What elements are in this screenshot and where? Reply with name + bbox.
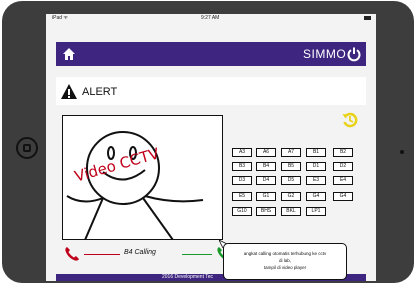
home-icon[interactable] (62, 47, 76, 61)
room-button[interactable]: A3 (232, 148, 252, 157)
status-bar: iPad ᯤ 9:27 AM (46, 14, 376, 23)
room-button[interactable]: G4 (333, 192, 353, 201)
room-button[interactable]: A7 (281, 148, 301, 157)
room-button[interactable]: B4 (256, 162, 276, 171)
room-button[interactable]: G2 (281, 192, 301, 201)
room-button[interactable]: A6 (256, 148, 276, 157)
tablet-frame: iPad ᯤ 9:27 AM SIMMO ALERT Video CCTV A3… (2, 1, 414, 283)
room-button[interactable]: B2 (333, 148, 353, 157)
footer-text: 2016 Development Tec (162, 274, 214, 280)
room-button[interactable]: D1 (306, 162, 326, 171)
room-button[interactable]: B3 (232, 162, 252, 171)
callout-line-3: tampil di video player (263, 265, 307, 270)
tablet-camera (400, 150, 404, 154)
room-button[interactable]: D5 (281, 176, 301, 185)
annotation-callout: angkat calling otomatis terhubung ke cct… (223, 243, 347, 280)
room-button[interactable]: D4 (256, 176, 276, 185)
call-bar: B4 Calling (64, 246, 234, 262)
room-button[interactable]: B1 (306, 148, 326, 157)
tablet-home-button[interactable] (16, 137, 38, 159)
alert-bar: ALERT (56, 77, 366, 105)
carrier-label: iPad ᯤ (52, 15, 68, 21)
green-line (182, 254, 212, 255)
room-button[interactable]: E4 (333, 176, 353, 185)
room-button[interactable]: G4 (306, 192, 326, 201)
callout-line-2: di lab, (278, 258, 291, 263)
call-status-label: B4 Calling (124, 249, 156, 256)
alert-label: ALERT (82, 86, 118, 98)
room-button[interactable]: BKL (281, 207, 301, 216)
room-button[interactable]: G1 (256, 192, 276, 201)
room-button[interactable]: D3 (232, 176, 252, 185)
red-line (84, 254, 120, 255)
room-button[interactable]: D2 (333, 162, 353, 171)
room-button[interactable]: BHS (256, 207, 276, 216)
clock: 9:27 AM (201, 15, 220, 21)
hangup-phone-icon[interactable] (64, 246, 80, 262)
power-icon[interactable] (346, 46, 362, 62)
room-button[interactable]: G10 (232, 207, 252, 216)
room-button[interactable]: LP1 (306, 207, 326, 216)
room-button[interactable]: E3 (306, 176, 326, 185)
screen: iPad ᯤ 9:27 AM SIMMO ALERT Video CCTV A3… (46, 14, 376, 281)
battery-icon (364, 16, 371, 20)
app-title: SIMMO (303, 47, 347, 61)
room-button[interactable]: E5 (232, 192, 252, 201)
top-nav-bar: SIMMO (56, 42, 366, 66)
callout-line-1: angkat calling otomatis terhubung ke cct… (243, 251, 327, 256)
warning-icon (61, 84, 77, 99)
room-button[interactable]: B5 (281, 162, 301, 171)
video-player[interactable]: Video CCTV (62, 115, 223, 240)
refresh-icon[interactable] (341, 111, 359, 129)
